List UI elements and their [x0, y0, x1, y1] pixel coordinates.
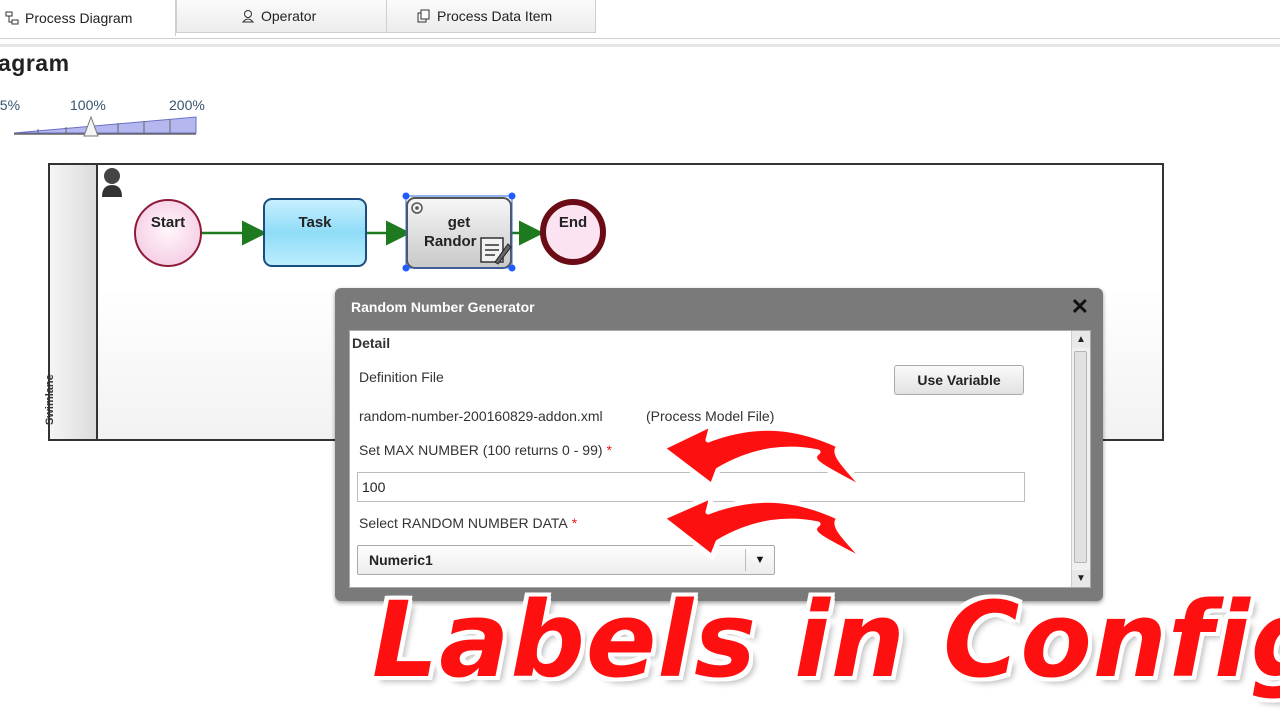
- definition-file-value: random-number-200160829-addon.xml: [359, 408, 603, 424]
- service-label-line1: get: [447, 214, 471, 231]
- start-event: [134, 199, 202, 267]
- start-label: Start: [150, 214, 186, 231]
- definition-file-type: (Process Model File): [646, 408, 775, 424]
- dialog-title: Random Number Generator: [351, 299, 535, 315]
- random-data-label-text: Select RANDOM NUMBER DATA: [359, 515, 568, 531]
- required-mark: *: [606, 442, 612, 458]
- random-data-select-value: Numeric1: [369, 552, 433, 568]
- required-mark: *: [571, 515, 578, 531]
- process-diagram: [134, 192, 606, 272]
- end-event: [540, 199, 606, 265]
- definition-file-label: Definition File: [359, 369, 444, 385]
- end-label: End: [558, 214, 588, 231]
- overlay-caption: Labels in Config: [372, 579, 1280, 701]
- use-variable-button[interactable]: Use Variable: [894, 365, 1024, 395]
- task-node: [263, 198, 367, 267]
- max-number-label-text: Set MAX NUMBER (100 returns 0 - 99): [359, 442, 603, 458]
- close-icon[interactable]: ✕: [1071, 296, 1089, 318]
- chevron-down-icon[interactable]: ▼: [745, 549, 774, 571]
- random-data-label: Select RANDOM NUMBER DATA *: [359, 515, 577, 531]
- scroll-up-icon[interactable]: ▲: [1072, 331, 1090, 348]
- scroll-thumb[interactable]: [1074, 351, 1087, 563]
- task-label: Task: [298, 214, 332, 231]
- max-number-input[interactable]: 100: [357, 472, 1025, 502]
- max-number-label: Set MAX NUMBER (100 returns 0 - 99) *: [359, 442, 612, 458]
- dialog-scrollbar[interactable]: ▲ ▼: [1071, 331, 1090, 587]
- service-label-line2: Randor: [424, 233, 477, 250]
- random-number-dialog: Random Number Generator ✕ Detail Definit…: [335, 288, 1103, 601]
- swimlane-label: Swimlane: [44, 374, 56, 425]
- dialog-body: Detail Definition File Use Variable rand…: [349, 330, 1091, 588]
- random-data-select[interactable]: Numeric1 ▼: [357, 545, 775, 575]
- section-heading: Detail: [352, 335, 391, 351]
